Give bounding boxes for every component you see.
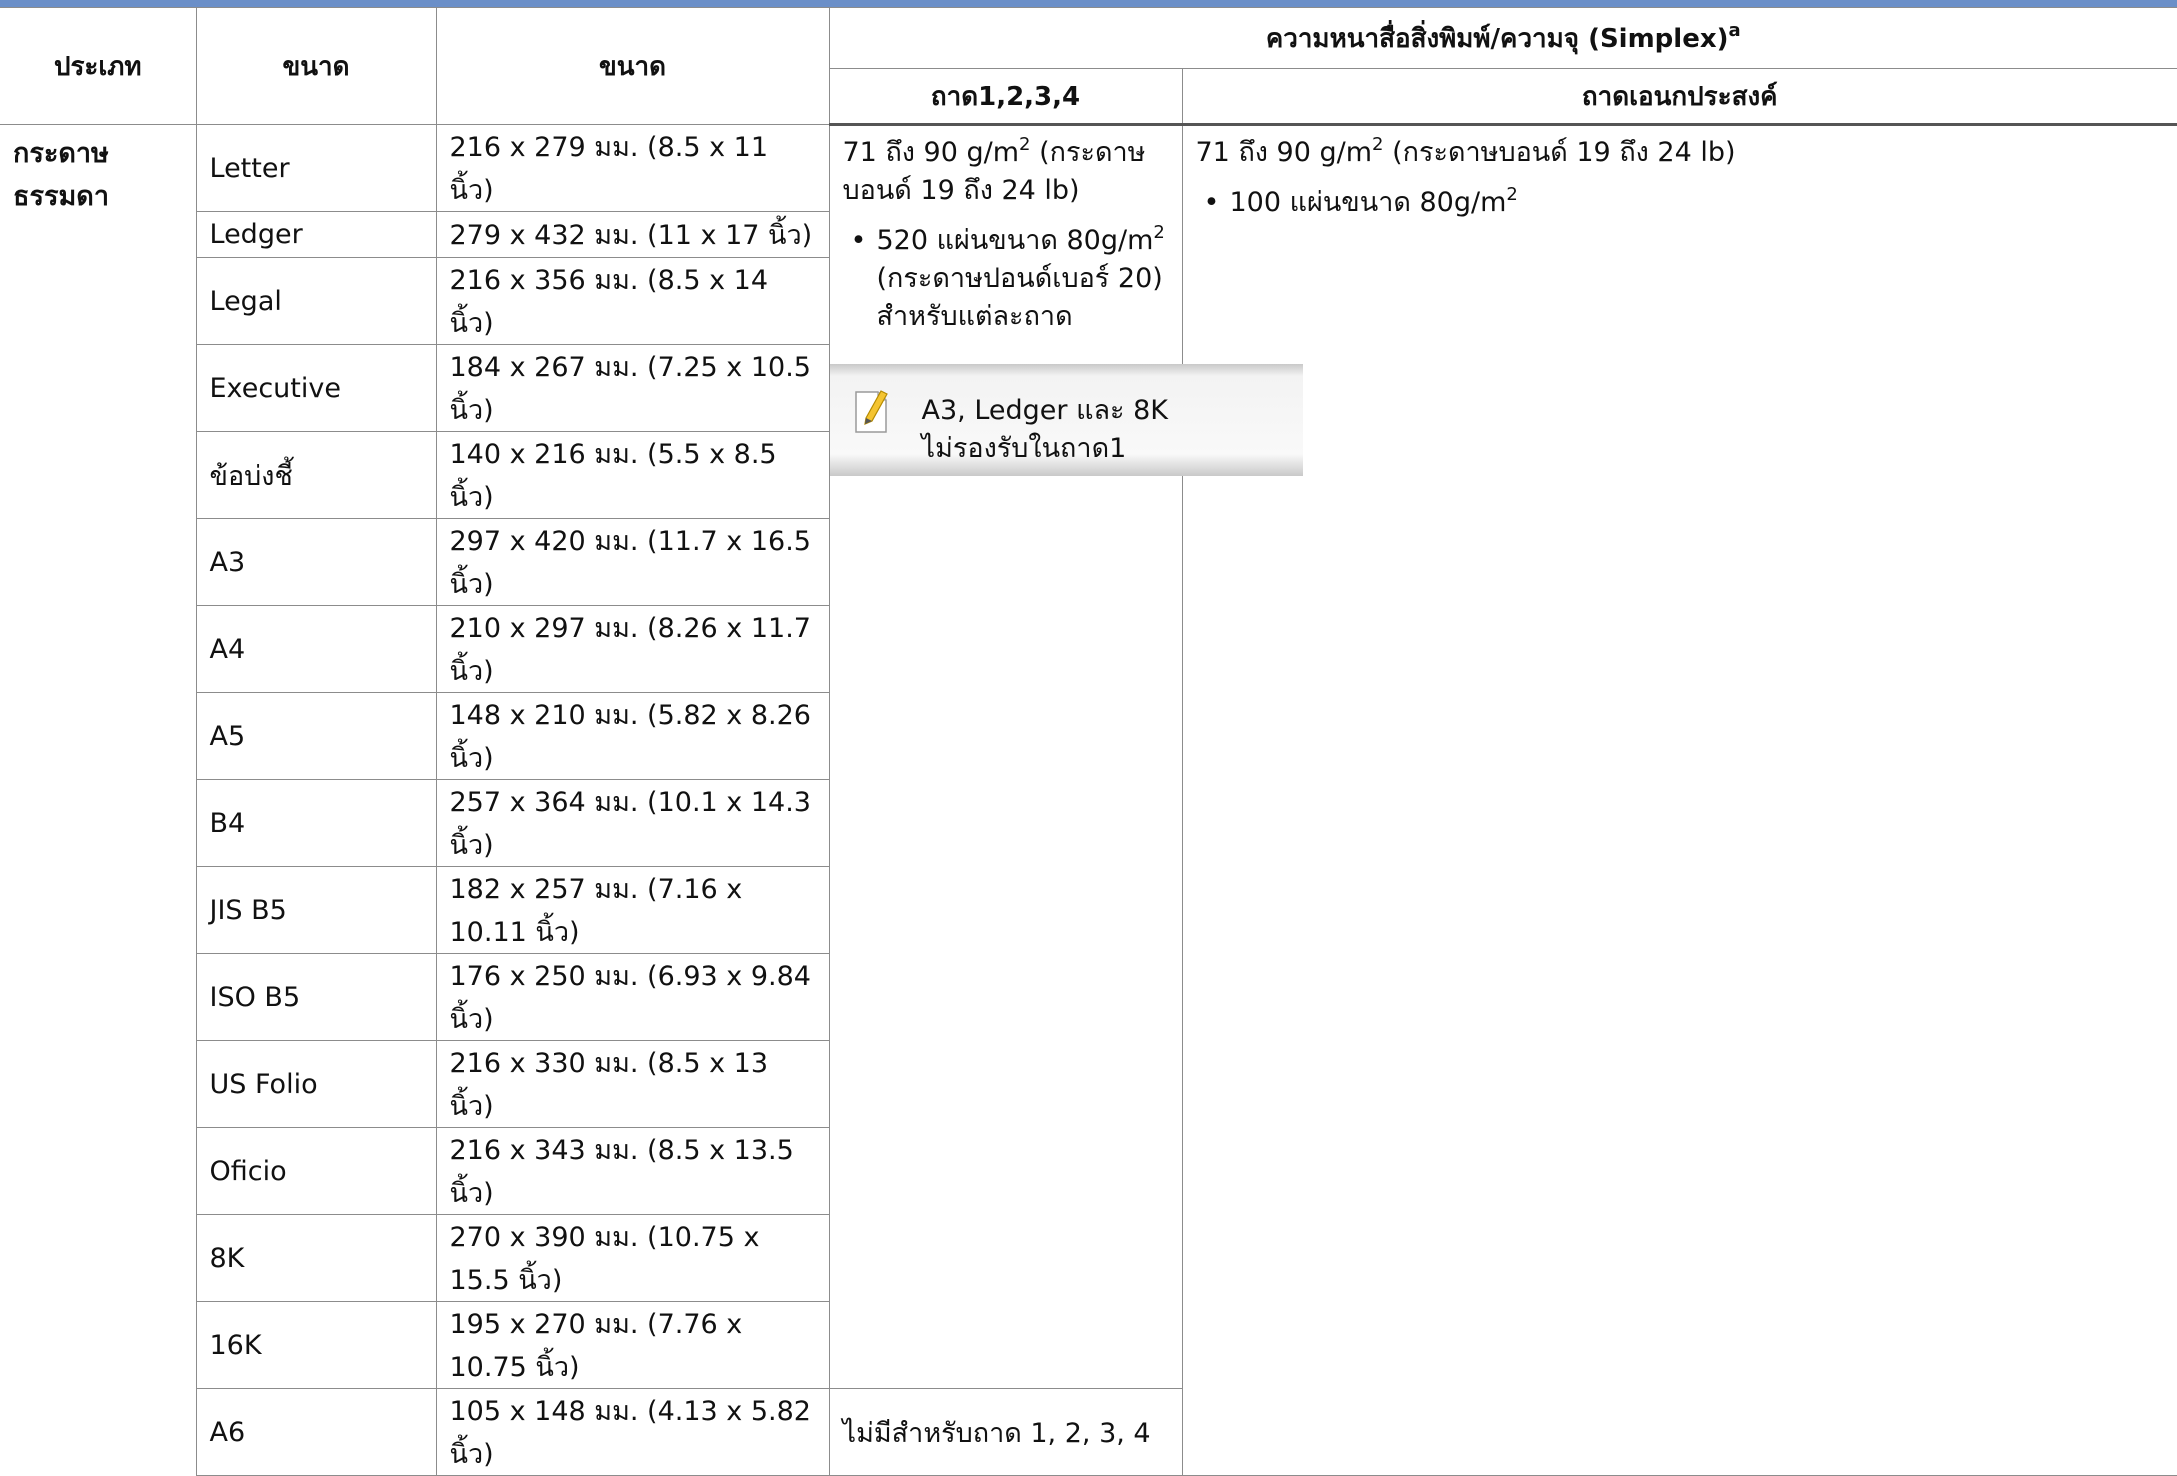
dim-cell: 216 x 343 มม. (8.5 x 13.5 นิ้ว) [435, 1127, 829, 1215]
size-cell: JIS B5 [196, 866, 437, 954]
tray1234-weight-sup: 2 [1019, 134, 1031, 155]
header-row-1: ประเภท ขนาด ขนาด ความหนาสื่อสิ่งพิมพ์/คว… [0, 7, 2177, 125]
size-cell: B4 [196, 779, 437, 867]
tray1234-bullet-line2: (กระดาษปอนด์เบอร์ 20) [876, 263, 1163, 294]
mp-tray-cell: 71 ถึง 90 g/m2 (กระดาษบอนด์ 19 ถึง 24 lb… [1181, 124, 2177, 1476]
size-cell: Legal [196, 257, 437, 345]
dim-cell: 270 x 390 มม. (10.75 x 15.5 นิ้ว) [435, 1214, 829, 1302]
note-pencil-icon [854, 388, 890, 434]
size-cell: US Folio [196, 1040, 437, 1128]
mp-tray-list: 100 แผ่นขนาด 80g/m2 [1196, 184, 2170, 222]
size-cell: Executive [196, 344, 437, 432]
mp-tray-bullet-sup: 2 [1506, 184, 1518, 205]
size-cell: A5 [196, 692, 437, 780]
tray1234-bullet-sup: 2 [1153, 222, 1165, 243]
note-line-2: ไม่รองรับในถาด1 [921, 433, 1127, 464]
dim-cell: 216 x 356 มม. (8.5 x 14 นิ้ว) [435, 257, 829, 345]
dim-cell: 195 x 270 มม. (7.76 x 10.75 นิ้ว) [435, 1301, 829, 1389]
mp-tray-weight-sup: 2 [1372, 134, 1384, 155]
paper-spec-table: ประเภท ขนาด ขนาด ความหนาสื่อสิ่งพิมพ์/คว… [0, 7, 2177, 1476]
size-cell: ข้อบ่งชี้ [196, 431, 437, 519]
header-mp-tray: ถาดเอนกประสงค์ [1181, 68, 2177, 126]
a6-tray1234-cell: ไม่มีสำหรับถาด 1, 2, 3, 4 [828, 1388, 1182, 1476]
tray1234-weight: 71 ถึง 90 g/m2 (กระดาษบอนด์ 19 ถึง 24 lb… [843, 134, 1174, 210]
tray1234-bullet-line3: สำหรับแต่ละถาด [876, 301, 1073, 332]
mp-tray-bullet-text: 100 แผ่นขนาด 80g/m [1229, 187, 1507, 218]
header-weight-label: ความหนาสื่อสิ่งพิมพ์/ความจุ (Simplex) [1265, 23, 1729, 54]
dim-cell: 105 x 148 มม. (4.13 x 5.82 นิ้ว) [435, 1388, 830, 1476]
type-cell: กระดาษธรรมดา [0, 124, 197, 1476]
size-cell: A6 [196, 1388, 437, 1476]
list-item: 100 แผ่นขนาด 80g/m2 [1196, 184, 2170, 222]
size-cell: Ledger [196, 211, 437, 258]
size-cell: 8K [196, 1214, 437, 1302]
dim-cell: 297 x 420 มม. (11.7 x 16.5 นิ้ว) [435, 518, 829, 606]
footnote-marker: a [1728, 19, 1741, 41]
dim-cell: 148 x 210 มม. (5.82 x 8.26 นิ้ว) [435, 692, 829, 780]
tray1234-list: 520 แผ่นขนาด 80g/m2 (กระดาษปอนด์เบอร์ 20)… [843, 222, 1174, 336]
header-dimensions: ขนาด [435, 7, 830, 125]
dim-cell: 257 x 364 มม. (10.1 x 14.3 นิ้ว) [435, 779, 829, 867]
dim-cell: 279 x 432 มม. (11 x 17 นิ้ว) [435, 211, 829, 258]
size-cell: Letter [195, 124, 437, 212]
note-box: A3, Ledger และ 8K ไม่รองรับในถาด1 [829, 364, 1303, 476]
tray1234-weight-text: 71 ถึง 90 g/m [842, 137, 1020, 168]
dim-cell: 184 x 267 มม. (7.25 x 10.5 นิ้ว) [435, 344, 829, 432]
header-type: ประเภท [0, 7, 197, 125]
header-size: ขนาด [195, 7, 437, 125]
size-cell: ISO B5 [196, 953, 437, 1041]
note-text: A3, Ledger และ 8K ไม่รองรับในถาด1 [922, 392, 1168, 468]
dim-cell: 210 x 297 มม. (8.26 x 11.7 นิ้ว) [435, 605, 829, 693]
header-tray1234: ถาด1,2,3,4 [829, 68, 1183, 126]
note-line-1: A3, Ledger และ 8K [921, 395, 1168, 426]
mp-tray-weight: 71 ถึง 90 g/m2 (กระดาษบอนด์ 19 ถึง 24 lb… [1196, 134, 2170, 172]
dim-cell: 216 x 330 มม. (8.5 x 13 นิ้ว) [435, 1040, 829, 1128]
size-cell: A4 [196, 605, 437, 693]
mp-tray-weight-text: 71 ถึง 90 g/m [1195, 137, 1373, 168]
table-row: กระดาษธรรมดา Letter 216 x 279 มม. (8.5 x… [0, 124, 2177, 1476]
dim-cell: 176 x 250 มม. (6.93 x 9.84 นิ้ว) [435, 953, 829, 1041]
header-weight-capacity: ความหนาสื่อสิ่งพิมพ์/ความจุ (Simplex)a [828, 7, 2177, 69]
dim-cell: 140 x 216 มม. (5.5 x 8.5 นิ้ว) [435, 431, 829, 519]
tray1234-cell: 71 ถึง 90 g/m2 (กระดาษบอนด์ 19 ถึง 24 lb… [828, 124, 1303, 1389]
dim-cell: 216 x 279 มม. (8.5 x 11 นิ้ว) [435, 124, 830, 212]
size-cell: 16K [196, 1301, 437, 1389]
mp-tray-weight-suffix: (กระดาษบอนด์ 19 ถึง 24 lb) [1383, 137, 1736, 168]
list-item: 520 แผ่นขนาด 80g/m2 (กระดาษปอนด์เบอร์ 20)… [843, 222, 1174, 336]
tray1234-bullet-text: 520 แผ่นขนาด 80g/m [876, 225, 1154, 256]
size-cell: A3 [196, 518, 437, 606]
size-cell: Oficio [196, 1127, 437, 1215]
dim-cell: 182 x 257 มม. (7.16 x 10.11 นิ้ว) [435, 866, 829, 954]
top-accent-bar [0, 0, 2177, 7]
